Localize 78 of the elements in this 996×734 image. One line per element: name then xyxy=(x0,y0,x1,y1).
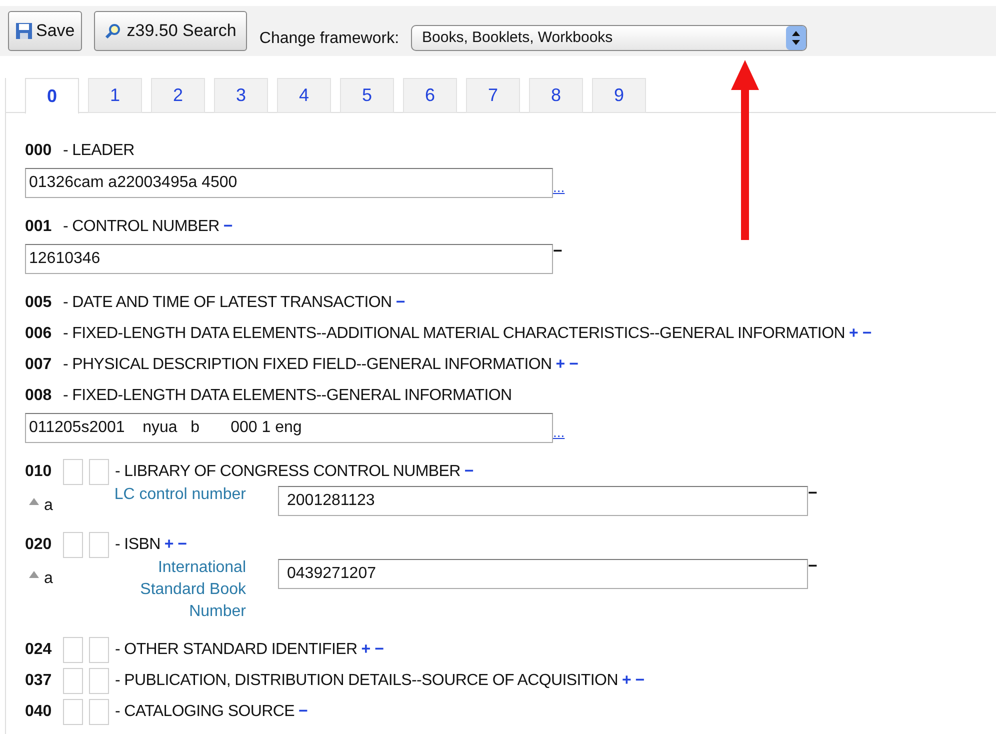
add-link[interactable]: + xyxy=(848,322,858,346)
stepper-icon xyxy=(786,26,806,50)
field-name: - CATALOGING SOURCE xyxy=(115,702,295,722)
tab[interactable]: 8 xyxy=(529,78,583,113)
indicator-field[interactable] xyxy=(89,637,109,663)
field-name: - LIBRARY OF CONGRESS CONTROL NUMBER xyxy=(115,462,460,482)
tab[interactable]: 2 xyxy=(151,78,205,113)
indicator-field[interactable] xyxy=(89,699,109,725)
tab[interactable]: 9 xyxy=(592,78,646,113)
move-up-icon[interactable] xyxy=(29,571,39,578)
field-input[interactable]: 011205s2001 nyua b 000 1 eng xyxy=(25,413,553,443)
editor-link[interactable]: ... xyxy=(553,425,565,439)
tab[interactable]: 6 xyxy=(403,78,457,113)
remove-link[interactable]: − xyxy=(178,533,188,557)
field-name: - OTHER STANDARD IDENTIFIER xyxy=(115,640,358,660)
editor-link[interactable]: ... xyxy=(553,180,565,194)
field-tag: 020 xyxy=(25,533,57,557)
add-link[interactable]: + xyxy=(556,353,566,377)
field-tag: 007 xyxy=(25,353,57,377)
remove-link[interactable]: − xyxy=(298,700,308,724)
tab[interactable]: 4 xyxy=(277,78,331,113)
field-name: - ISBN xyxy=(115,535,160,555)
move-up-icon[interactable] xyxy=(29,498,39,505)
field-name: - PHYSICAL DESCRIPTION FIXED FIELD--GENERAL INFORMATION xyxy=(63,355,552,375)
indicator-field[interactable] xyxy=(63,699,83,725)
framework-label: Change framework: xyxy=(259,29,400,49)
remove-link[interactable]: − xyxy=(464,460,474,484)
remove-link[interactable]: − xyxy=(223,215,233,239)
subfield-code: a xyxy=(44,496,54,516)
remove-link[interactable]: − xyxy=(808,559,818,575)
indicator-field[interactable] xyxy=(63,459,83,485)
field-name: - PUBLICATION, DISTRIBUTION DETAILS--SOURCE OF ACQUISITION xyxy=(115,671,618,691)
save-button[interactable]: Save xyxy=(8,11,82,51)
search-button[interactable]: z39.50 Search xyxy=(94,11,248,51)
remove-link[interactable]: − xyxy=(862,322,872,346)
field-input[interactable]: 12610346 xyxy=(25,244,553,274)
tab[interactable]: 7 xyxy=(466,78,520,113)
indicator-field[interactable] xyxy=(63,668,83,694)
subfield-input[interactable]: 0439271207 xyxy=(278,559,808,589)
field-input[interactable]: 01326cam a22003495a 4500 xyxy=(25,168,553,198)
indicator-field[interactable] xyxy=(63,532,83,558)
tab[interactable]: 3 xyxy=(214,78,268,113)
remove-link[interactable]: − xyxy=(808,486,818,502)
field-tag: 005 xyxy=(25,291,57,315)
indicator-field[interactable] xyxy=(89,459,109,485)
add-link[interactable]: + xyxy=(622,669,632,693)
subfield-label: International Standard Book Number xyxy=(139,558,246,622)
remove-link[interactable]: − xyxy=(553,244,562,260)
tab[interactable]: 0 xyxy=(25,78,79,114)
framework-select[interactable]: Books, Booklets, Workbooks xyxy=(411,25,808,51)
tab[interactable]: 5 xyxy=(340,78,394,113)
search-icon xyxy=(104,23,121,39)
field-name: - FIXED-LENGTH DATA ELEMENTS--GENERAL INFORMATION xyxy=(63,386,512,406)
field-tag: 037 xyxy=(25,669,57,693)
subfield-code: a xyxy=(44,569,54,589)
field-tag: 001 xyxy=(25,215,57,239)
field-name: - FIXED-LENGTH DATA ELEMENTS--ADDITIONAL MATERIAL CHARACTERISTICS--GENERAL INFORMATION xyxy=(63,324,845,344)
add-link[interactable]: + xyxy=(164,533,174,557)
field-tag: 010 xyxy=(25,460,57,484)
subfield-label: LC control number xyxy=(113,485,246,505)
field-tag: 040 xyxy=(25,700,57,724)
remove-link[interactable]: − xyxy=(569,353,578,377)
subfield-input[interactable]: 2001281123 xyxy=(278,486,808,516)
remove-link[interactable]: − xyxy=(396,291,406,315)
field-tag: 000 xyxy=(25,139,57,163)
field-tag: 024 xyxy=(25,638,57,662)
indicator-field[interactable] xyxy=(63,637,83,663)
indicator-field[interactable] xyxy=(89,668,109,694)
field-name: - DATE AND TIME OF LATEST TRANSACTION xyxy=(63,293,392,313)
remove-link[interactable]: − xyxy=(635,669,645,693)
field-name: - LEADER xyxy=(63,141,134,161)
remove-link[interactable]: − xyxy=(374,638,384,662)
add-link[interactable]: + xyxy=(361,638,371,662)
field-name: - CONTROL NUMBER xyxy=(63,217,220,237)
field-tag: 008 xyxy=(25,384,57,408)
field-tag: 006 xyxy=(25,322,57,346)
indicator-field[interactable] xyxy=(89,532,109,558)
tab[interactable]: 1 xyxy=(88,78,142,113)
